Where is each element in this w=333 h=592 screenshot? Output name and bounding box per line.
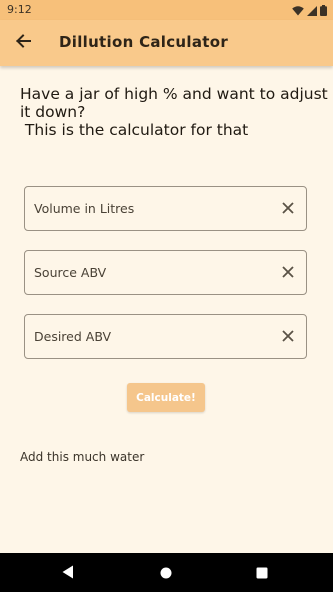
close-icon — [281, 199, 294, 218]
nav-home-button[interactable] — [156, 563, 176, 583]
nav-back-button[interactable] — [58, 563, 78, 583]
clear-desired-abv-button[interactable] — [279, 328, 296, 345]
recents-square-icon — [256, 564, 268, 583]
wifi-icon — [292, 1, 304, 20]
arrow-left-icon — [15, 33, 31, 53]
app-bar: Dillution Calculator — [0, 20, 333, 66]
intro-line: Have a jar of high % and want to adjust — [20, 85, 328, 103]
source-abv-input[interactable] — [34, 251, 264, 294]
system-nav-bar — [0, 553, 333, 592]
back-triangle-icon — [62, 564, 74, 583]
intro-text: Have a jar of high % and want to adjust … — [20, 85, 328, 139]
desired-abv-field[interactable] — [24, 314, 307, 359]
volume-field[interactable] — [24, 186, 307, 231]
battery-icon — [320, 1, 327, 20]
clear-volume-button[interactable] — [279, 200, 296, 217]
back-button[interactable] — [9, 29, 37, 57]
close-icon — [281, 327, 294, 346]
volume-input[interactable] — [34, 187, 264, 230]
home-circle-icon — [160, 564, 172, 583]
source-abv-field[interactable] — [24, 250, 307, 295]
nav-recents-button[interactable] — [252, 563, 272, 583]
intro-line: it down? — [20, 103, 86, 121]
page-title: Dillution Calculator — [59, 33, 229, 51]
close-icon — [281, 263, 294, 282]
signal-icon — [307, 1, 317, 20]
status-icons — [292, 4, 327, 16]
status-bar: 9:12 — [0, 0, 333, 20]
calculate-button[interactable]: Calculate! — [127, 383, 205, 412]
desired-abv-input[interactable] — [34, 315, 264, 358]
intro-line: This is the calculator for that — [20, 121, 249, 139]
clear-source-abv-button[interactable] — [279, 264, 296, 281]
status-time: 9:12 — [7, 3, 32, 16]
result-label: Add this much water — [20, 450, 145, 464]
